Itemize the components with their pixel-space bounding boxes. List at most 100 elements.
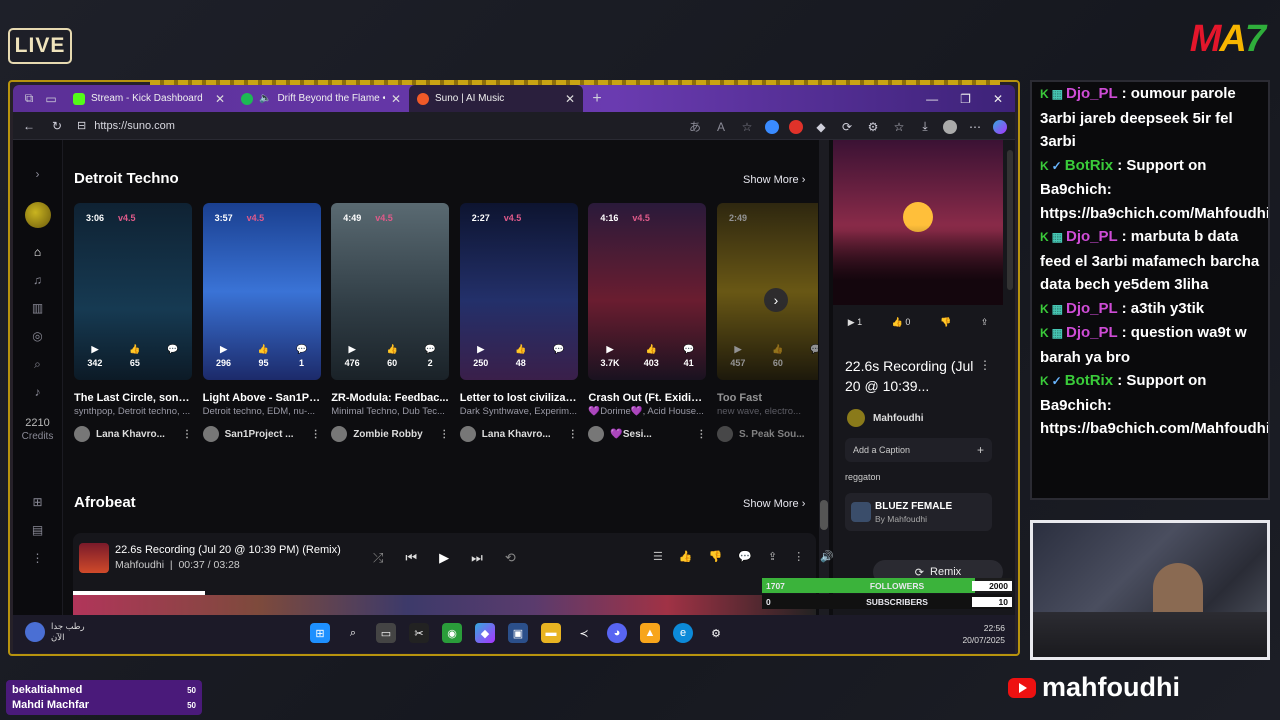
song-author[interactable]: Mahfoudhi [847, 409, 924, 427]
copilot-icon[interactable] [993, 119, 1007, 134]
song-cover[interactable]: 4:16 v4.5 ▶ 3.7K 👍 403 💬 41 [588, 203, 707, 380]
file-explorer-icon[interactable]: ▬ [541, 623, 561, 643]
app-icon[interactable]: ▣ [508, 623, 528, 643]
collections-icon[interactable]: ☆ [891, 120, 907, 134]
more-options-icon[interactable]: ⋮ [439, 429, 449, 440]
library-icon[interactable]: ▥ [13, 294, 62, 322]
show-more-link[interactable]: Show More › [743, 174, 805, 186]
persona-card[interactable]: BLUEZ FEMALE By Mahfoudhi [845, 493, 992, 531]
like-button[interactable]: 👍 60 [772, 344, 783, 368]
close-tab-icon[interactable]: ✕ [391, 92, 401, 106]
speaker-icon[interactable]: 🔈 [259, 93, 271, 104]
comment-button[interactable]: 💬 [553, 344, 564, 368]
carousel-next-button[interactable]: › [764, 288, 788, 312]
previous-track-icon[interactable]: ⏮ [405, 550, 417, 566]
extension-icon[interactable] [765, 119, 779, 134]
tab-spotify[interactable]: 🔈 Drift Beyond the Flame • The ✕ [233, 85, 409, 112]
close-tab-icon[interactable]: ✕ [565, 92, 575, 106]
downloads-icon[interactable]: ⤓ [917, 119, 933, 134]
chat-username[interactable]: Djo_PL [1066, 228, 1117, 245]
song-title[interactable]: Light Above - San1Pr... [203, 392, 321, 404]
queue-icon[interactable]: ☰ [653, 550, 663, 563]
more-menu-icon[interactable]: ⋯ [967, 120, 983, 134]
read-aloud-icon[interactable]: A [713, 120, 729, 134]
show-more-link[interactable]: Show More › [743, 498, 805, 510]
chat-username[interactable]: BotRix [1065, 157, 1113, 174]
gift-icon[interactable]: ⊞ [13, 488, 62, 516]
song-author[interactable]: Lana Khavro... ⋮ [74, 426, 192, 442]
chat-username[interactable]: Djo_PL [1066, 300, 1117, 317]
back-arrow-icon[interactable]: ← [21, 119, 37, 133]
panel-scrollbar[interactable] [1007, 150, 1013, 290]
more-options-icon[interactable]: ⋮ [696, 429, 706, 440]
player-track-title[interactable]: 22.6s Recording (Jul 20 @ 10:39 PM) (Rem… [115, 544, 341, 556]
song-card[interactable]: 4:16 v4.5 ▶ 3.7K 👍 403 💬 41 Crash Out (Ft. Exidi… [588, 203, 707, 442]
share-icon[interactable]: ⇪ [981, 317, 989, 328]
share-icon[interactable]: ⇪ [768, 550, 777, 563]
copilot-icon[interactable]: ◆ [475, 623, 495, 643]
volume-icon[interactable]: 🔊 [820, 550, 834, 563]
song-title[interactable]: Too Fast [717, 392, 818, 404]
more-options-icon[interactable]: ⋮ [182, 429, 192, 440]
song-title[interactable]: ZR-Modula: Feedbac... [331, 392, 449, 404]
song-card[interactable]: 3:06 v4.5 ▶ 342 👍 65 💬 The Last Circle, song,..… [74, 203, 192, 442]
song-title[interactable]: Letter to lost civilizati... [460, 392, 578, 404]
player-cover-art[interactable] [79, 543, 109, 573]
workspaces-icon[interactable]: ⧉ [21, 91, 37, 106]
like-button[interactable]: 👍 403 [644, 344, 659, 368]
chat-username[interactable]: Djo_PL [1066, 324, 1117, 341]
comment-button[interactable]: 💬 [810, 344, 818, 368]
song-author[interactable]: Zombie Robby ⋮ [331, 426, 449, 442]
play-button[interactable]: ▶ 476 [345, 344, 360, 368]
like-button[interactable]: 👍 60 [386, 344, 397, 368]
song-card[interactable]: 2:27 v4.5 ▶ 250 👍 48 💬 Letter to lost civilizat… [459, 203, 578, 442]
play-button[interactable]: ▶ 342 [87, 344, 102, 368]
like-button[interactable]: 👍 95 [258, 344, 269, 368]
style-tag[interactable]: reggaton [845, 472, 881, 482]
adblock-icon[interactable] [789, 119, 803, 134]
shuffle-icon[interactable]: ⤮ [373, 550, 383, 566]
scrollbar-thumb[interactable] [820, 500, 828, 530]
play-button[interactable]: ▶ 457 [730, 344, 745, 368]
comment-button[interactable]: 💬 1 [296, 344, 307, 368]
site-info-icon[interactable]: ⊟ [77, 119, 86, 132]
favorite-star-icon[interactable]: ☆ [739, 120, 755, 134]
settings-gear-icon[interactable]: ⚙ [706, 623, 726, 643]
play-icon[interactable]: ▶ [439, 550, 449, 566]
dislike-icon[interactable]: 👎 [709, 550, 723, 563]
extension-sync-icon[interactable]: ⟳ [839, 120, 855, 134]
android-studio-icon[interactable]: ◉ [442, 623, 462, 643]
new-tab-button[interactable]: + [589, 90, 605, 108]
vscode-icon[interactable]: ≺ [574, 623, 594, 643]
dislike-icon[interactable]: 👎 [940, 317, 951, 328]
extension-diamond-icon[interactable]: ◆ [813, 120, 829, 134]
profile-avatar[interactable] [943, 119, 957, 134]
song-title[interactable]: Crash Out (Ft. Exidiou... [588, 392, 706, 404]
windows-start-icon[interactable]: ⊞ [310, 623, 330, 643]
create-music-icon[interactable]: ♫ [13, 266, 62, 294]
tab-actions-icon[interactable]: ▭ [43, 92, 59, 106]
system-clock[interactable]: 22:56 20/07/2025 [962, 622, 1005, 646]
like-button[interactable]: 👍 48 [515, 344, 526, 368]
more-options-icon[interactable]: ⋮ [568, 429, 578, 440]
expand-chevron-icon[interactable]: › [13, 160, 62, 188]
minimize-icon[interactable]: — [926, 92, 938, 106]
tab-kick-dashboard[interactable]: Stream - Kick Dashboard ✕ [65, 85, 233, 112]
play-button[interactable]: ▶ 3.7K [601, 344, 620, 368]
weather-widget[interactable]: رطب جدا الآن [25, 621, 85, 643]
play-button[interactable]: ▶ 296 [216, 344, 231, 368]
capcut-icon[interactable]: ✂ [409, 623, 429, 643]
play-count[interactable]: ▶ 1 [848, 317, 862, 328]
comment-icon[interactable]: 💬 [738, 550, 752, 563]
song-cover[interactable]: 3:57 v4.5 ▶ 296 👍 95 💬 1 [202, 203, 321, 380]
close-window-icon[interactable]: ✕ [993, 92, 1003, 106]
comment-button[interactable]: 💬 2 [425, 344, 436, 368]
close-tab-icon[interactable]: ✕ [215, 92, 225, 106]
song-author[interactable]: S. Peak Sou...⋮ [717, 426, 818, 442]
song-card[interactable]: 3:57 v4.5 ▶ 296 👍 95 💬 1 Light Above - San1Pr...… [202, 203, 321, 442]
song-author[interactable]: Lana Khavro... ⋮ [459, 426, 578, 442]
translate-icon[interactable]: あ [687, 118, 703, 135]
comment-button[interactable]: 💬 41 [683, 344, 694, 368]
repeat-icon[interactable]: ⟲ [505, 550, 516, 566]
next-track-icon[interactable]: ⏭ [471, 550, 483, 566]
